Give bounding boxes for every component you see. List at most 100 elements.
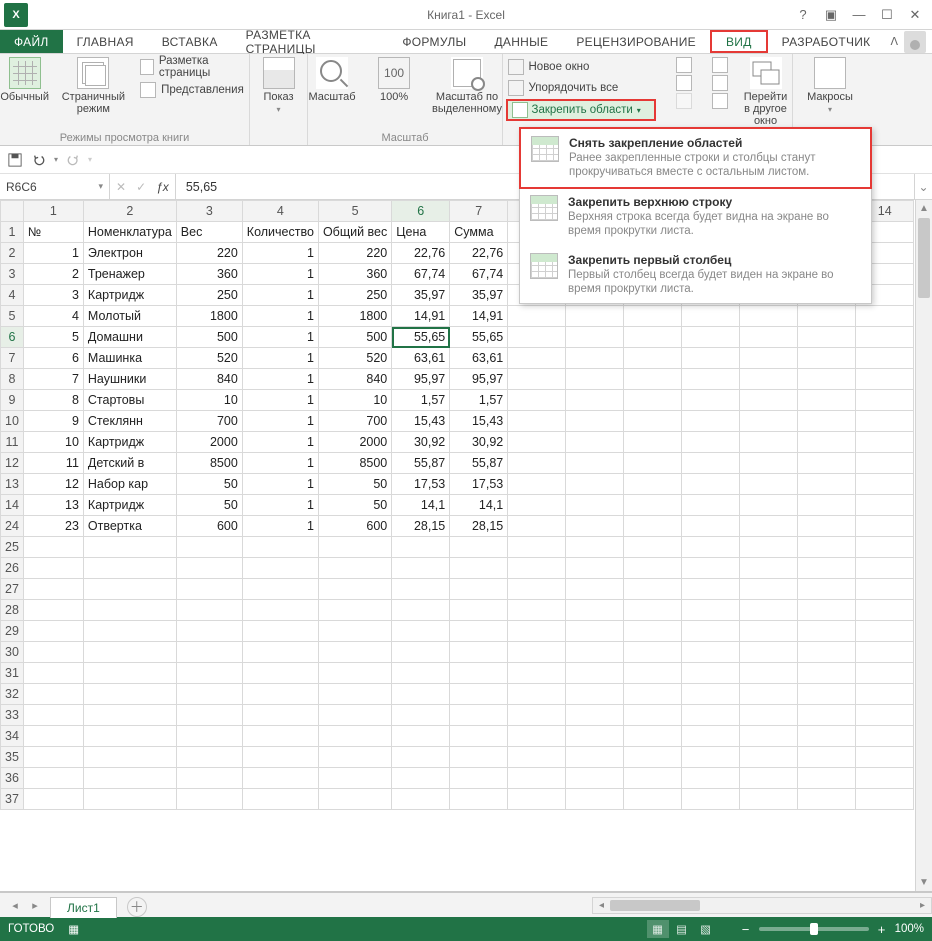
cell[interactable] [798, 432, 856, 453]
horizontal-scrollbar[interactable]: ◂ ▸ [592, 897, 932, 914]
cell[interactable]: 17,53 [392, 474, 450, 495]
cell[interactable]: 520 [176, 348, 242, 369]
cell[interactable] [23, 726, 83, 747]
cell[interactable] [856, 747, 914, 768]
cell[interactable] [624, 390, 682, 411]
row-header[interactable]: 2 [1, 243, 24, 264]
cell[interactable] [740, 306, 798, 327]
cell[interactable] [566, 411, 624, 432]
sheet-tab[interactable]: Лист1 [50, 897, 117, 918]
redo-dropdown-icon[interactable]: ▾ [88, 155, 92, 164]
tab-data[interactable]: ДАННЫЕ [480, 30, 562, 53]
row-header[interactable]: 5 [1, 306, 24, 327]
close-button[interactable]: ✕ [902, 4, 928, 26]
cell[interactable] [242, 600, 318, 621]
cell[interactable] [740, 495, 798, 516]
scroll-left-button[interactable]: ◂ [593, 898, 610, 913]
cell[interactable] [176, 747, 242, 768]
cell[interactable] [566, 390, 624, 411]
cell[interactable] [508, 642, 566, 663]
cell[interactable] [318, 726, 391, 747]
cell[interactable] [242, 705, 318, 726]
cell[interactable] [682, 411, 740, 432]
cell[interactable] [856, 411, 914, 432]
cell[interactable] [624, 726, 682, 747]
cell[interactable] [740, 663, 798, 684]
cell[interactable] [566, 516, 624, 537]
cell[interactable] [83, 768, 176, 789]
cell[interactable] [508, 453, 566, 474]
cell[interactable]: 700 [176, 411, 242, 432]
cell[interactable] [176, 684, 242, 705]
cell[interactable] [508, 516, 566, 537]
cell[interactable] [83, 705, 176, 726]
cell[interactable] [392, 642, 450, 663]
cell[interactable]: 250 [318, 285, 391, 306]
cell[interactable] [23, 789, 83, 810]
column-header[interactable]: 3 [176, 201, 242, 222]
macros-button[interactable]: Макросы ▾ [806, 57, 854, 114]
cell[interactable] [798, 663, 856, 684]
cell[interactable] [856, 621, 914, 642]
cell[interactable]: 7 [23, 369, 83, 390]
cell[interactable] [856, 789, 914, 810]
cell[interactable]: Отвертка [83, 516, 176, 537]
cell[interactable]: 700 [318, 411, 391, 432]
cell[interactable]: 2000 [318, 432, 391, 453]
cell[interactable] [740, 705, 798, 726]
cell[interactable]: Сумма [450, 222, 508, 243]
cell[interactable] [176, 558, 242, 579]
cell[interactable]: 1 [23, 243, 83, 264]
cell[interactable] [450, 726, 508, 747]
cell[interactable] [242, 747, 318, 768]
cell[interactable] [856, 537, 914, 558]
cell[interactable] [856, 726, 914, 747]
cell[interactable] [318, 579, 391, 600]
cell[interactable] [624, 327, 682, 348]
cell[interactable]: 1 [242, 369, 318, 390]
cell[interactable]: 1 [242, 453, 318, 474]
cell[interactable] [856, 642, 914, 663]
cell[interactable] [242, 726, 318, 747]
cell[interactable] [176, 621, 242, 642]
view-custom-button[interactable]: Представления [138, 80, 248, 100]
cell[interactable]: Номенклатура [83, 222, 176, 243]
cell[interactable]: 360 [176, 264, 242, 285]
cell[interactable]: 95,97 [392, 369, 450, 390]
tab-developer[interactable]: РАЗРАБОТЧИК [768, 30, 885, 53]
cell[interactable] [856, 600, 914, 621]
cell[interactable] [682, 789, 740, 810]
cell[interactable] [740, 768, 798, 789]
cell[interactable] [856, 474, 914, 495]
row-header[interactable]: 4 [1, 285, 24, 306]
cell[interactable]: 10 [318, 390, 391, 411]
cell[interactable] [798, 558, 856, 579]
cell[interactable] [23, 537, 83, 558]
cell[interactable] [624, 579, 682, 600]
cell[interactable] [798, 579, 856, 600]
cell[interactable] [392, 705, 450, 726]
cell[interactable] [318, 558, 391, 579]
status-view-pagebreak-button[interactable]: ▧ [695, 920, 717, 938]
row-header[interactable]: 24 [1, 516, 24, 537]
cell[interactable]: 220 [176, 243, 242, 264]
cell[interactable] [740, 726, 798, 747]
cell[interactable] [624, 663, 682, 684]
new-sheet-button[interactable]: ＋ [127, 897, 147, 917]
cell[interactable] [508, 558, 566, 579]
row-header[interactable]: 12 [1, 453, 24, 474]
cell[interactable] [856, 432, 914, 453]
cell[interactable] [508, 726, 566, 747]
cell[interactable] [83, 747, 176, 768]
cell[interactable] [23, 642, 83, 663]
cell[interactable] [682, 516, 740, 537]
view-sidebyside-button[interactable] [712, 57, 728, 73]
cell[interactable]: 1 [242, 432, 318, 453]
cell[interactable] [23, 747, 83, 768]
cell[interactable] [566, 600, 624, 621]
cell[interactable] [740, 516, 798, 537]
cell[interactable] [682, 579, 740, 600]
cell[interactable] [318, 600, 391, 621]
cell[interactable] [740, 411, 798, 432]
cell[interactable] [624, 537, 682, 558]
